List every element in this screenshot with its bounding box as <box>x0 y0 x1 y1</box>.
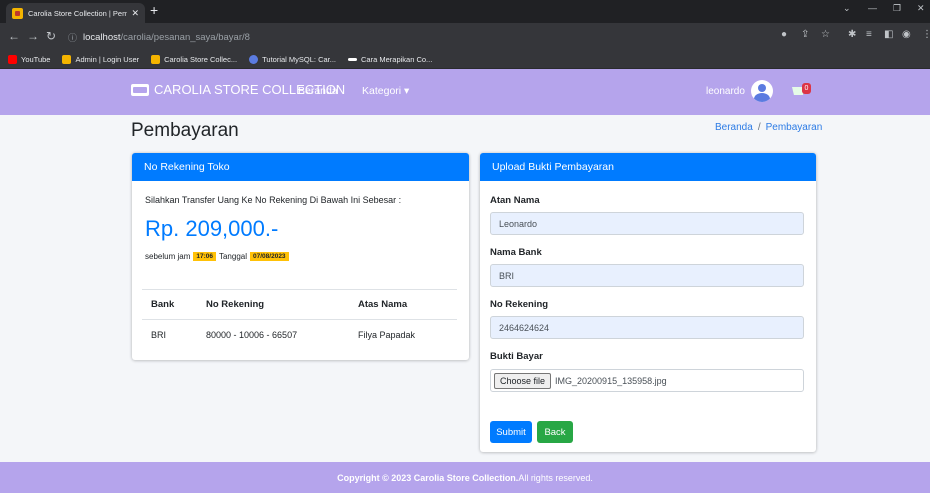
label-bukti-bayar: Bukti Bayar <box>490 351 543 362</box>
cart-count-badge: 0 <box>802 83 811 94</box>
selected-file-name: IMG_20200915_135958.jpg <box>555 375 667 386</box>
choose-file-button[interactable]: Choose file <box>494 372 552 389</box>
side-panel-icon[interactable]: ◧ <box>884 29 893 40</box>
nama-bank-field[interactable]: BRI <box>490 264 804 287</box>
store-logo-icon <box>131 83 149 96</box>
nav-beranda[interactable]: Beranda <box>298 85 338 97</box>
upload-payment-card: Upload Bukti Pembayaran Atan Nama Leonar… <box>480 153 816 452</box>
submit-button[interactable]: Submit <box>490 421 532 443</box>
atan-nama-field[interactable]: Leonardo <box>490 212 804 235</box>
deadline-prefix: sebelum jam <box>145 252 191 261</box>
window-close-icon[interactable]: ✕ <box>917 3 925 14</box>
column-header-bank: Bank <box>142 289 197 320</box>
address-bar-row: ← → ↻ ⓘ localhost /carolia/pesanan_saya/… <box>0 23 930 51</box>
deadline-time-badge: 17:06 <box>193 252 216 261</box>
reading-list-icon[interactable]: ≡ <box>866 29 872 40</box>
column-header-no-rekening: No Rekening <box>197 289 349 320</box>
nav-kategori-dropdown[interactable]: Kategori ▾ <box>362 85 409 97</box>
back-arrow-icon[interactable]: ← <box>8 29 20 43</box>
restore-icon[interactable]: ❐ <box>893 3 901 14</box>
profile-icon[interactable]: ◉ <box>902 29 911 40</box>
store-icon <box>151 55 161 64</box>
site-favicon-icon <box>12 7 23 19</box>
transfer-instruction: Silahkan Transfer Uang Ke No Rekening Di… <box>145 195 402 205</box>
column-header-atas-nama: Atas Nama <box>349 289 457 320</box>
username: leonardo <box>706 85 745 97</box>
back-button[interactable]: Back <box>537 421 573 443</box>
arrow-icon <box>348 58 358 61</box>
footer-rights: All rights reserved. <box>518 472 593 483</box>
minimize-icon[interactable]: — <box>868 3 877 13</box>
share-icon[interactable]: ⇪ <box>801 29 809 40</box>
cell-atas-nama: Filya Papadak <box>358 329 416 340</box>
no-rekening-field[interactable]: 2464624624 <box>490 316 804 339</box>
browser-tab[interactable]: Carolia Store Collection | Pembay ✕ <box>6 3 145 23</box>
cell-no-rekening: 80000 - 10006 - 66507 <box>206 329 298 340</box>
table-header-row: Bank No Rekening Atas Nama <box>142 289 457 320</box>
avatar-icon <box>750 80 773 102</box>
url-host: localhost <box>83 31 121 43</box>
bank-account-table: Bank No Rekening Atas Nama BRI 80000 - 1… <box>142 289 457 350</box>
tab-title: Carolia Store Collection | Pembay <box>28 8 128 18</box>
label-atan-nama: Atan Nama <box>490 195 540 206</box>
bookmarks-bar: YouTube Admin | Login User Carolia Store… <box>0 51 930 69</box>
forward-arrow-icon[interactable]: → <box>27 29 39 43</box>
site-info-icon[interactable]: ⓘ <box>68 31 77 44</box>
footer-copyright: Copyright © 2023 Carolia Store Collectio… <box>337 472 519 483</box>
youtube-icon <box>8 55 17 64</box>
store-icon <box>62 55 72 64</box>
payment-deadline: sebelum jam 17:06 Tanggal 07/08/2023 <box>145 252 289 261</box>
bukti-bayar-file-input[interactable]: Choose file IMG_20200915_135958.jpg <box>490 369 804 392</box>
new-tab-icon[interactable]: + <box>150 2 158 18</box>
cell-bank: BRI <box>151 329 167 340</box>
bookmark-star-icon[interactable]: ☆ <box>821 29 830 40</box>
menu-icon[interactable]: ⋮ <box>922 29 930 40</box>
page-title: Pembayaran <box>131 120 239 141</box>
site-footer: Copyright © 2023 Carolia Store Collectio… <box>0 462 930 493</box>
label-nama-bank: Nama Bank <box>490 247 542 258</box>
label-no-rekening: No Rekening <box>490 299 549 310</box>
breadcrumb-beranda[interactable]: Beranda <box>715 122 753 133</box>
payment-amount: Rp. 209,000.- <box>145 216 279 241</box>
browser-tab-bar: Carolia Store Collection | Pembay ✕ + ⌄ … <box>0 0 930 23</box>
extensions-icon[interactable]: ✱ <box>848 29 856 40</box>
url-path: /carolia/pesanan_saya/bayar/8 <box>120 31 250 43</box>
bank-account-card: No Rekening Toko Silahkan Transfer Uang … <box>132 153 469 360</box>
table-row: BRI 80000 - 10006 - 66507 Filya Papadak <box>142 320 457 350</box>
upload-payment-card-header: Upload Bukti Pembayaran <box>480 153 816 181</box>
url-field[interactable]: ⓘ localhost /carolia/pesanan_saya/bayar/… <box>68 27 848 47</box>
tab-search-icon[interactable]: ⌄ <box>843 3 851 14</box>
breadcrumb: Beranda / Pembayaran <box>715 122 822 133</box>
location-icon[interactable]: ● <box>781 29 787 40</box>
user-menu[interactable]: leonardo <box>706 80 773 102</box>
cart-button[interactable]: 0 <box>792 83 812 99</box>
tab-close-icon[interactable]: ✕ <box>131 8 139 19</box>
site-navbar: CAROLIA STORE COLLECTION Beranda Kategor… <box>0 69 930 115</box>
deadline-date-badge: 07/08/2023 <box>250 252 289 261</box>
deadline-mid: Tanggal <box>218 252 248 261</box>
page-icon <box>249 55 259 64</box>
breadcrumb-pembayaran: Pembayaran <box>765 122 823 133</box>
reload-icon[interactable]: ↻ <box>46 29 56 43</box>
bookmark-youtube[interactable]: YouTube <box>8 55 50 64</box>
bookmark-carolia-store[interactable]: Carolia Store Collec... <box>151 55 237 64</box>
bookmark-admin-login[interactable]: Admin | Login User <box>62 55 139 64</box>
breadcrumb-separator: / <box>757 122 761 133</box>
bookmark-cara-merapikan[interactable]: Cara Merapikan Co... <box>348 55 432 64</box>
bank-account-card-header: No Rekening Toko <box>132 153 469 181</box>
bookmark-tutorial-mysql[interactable]: Tutorial MySQL: Car... <box>249 55 336 64</box>
